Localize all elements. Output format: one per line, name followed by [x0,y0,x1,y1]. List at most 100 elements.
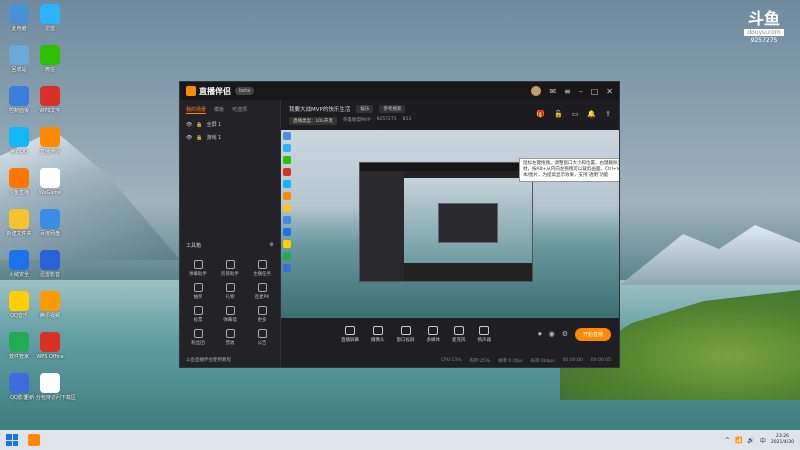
source-button[interactable]: 窗口投屏 [397,325,415,343]
tab-my-scenes[interactable]: 我的场景 [186,106,207,114]
source-button[interactable]: 摄像头 [371,325,385,343]
room-title[interactable]: 我要大战MVP的快乐生活 [289,105,350,113]
desktop-icon[interactable]: 迅雷影音 [35,250,65,278]
source-button[interactable]: 扬声器 [478,325,491,343]
share-icon[interactable]: ⇪ [605,110,611,118]
tab-options[interactable]: 可选项 [232,106,247,114]
desktop-icon[interactable]: 微信 [35,45,65,73]
app-icon [9,373,29,393]
search-chip[interactable]: 参考搜索 [379,105,406,113]
desktop-icon[interactable]: 新建文件夹 [4,209,34,237]
eye-icon[interactable]: 👁 [186,135,192,141]
toolbox-title: 工具箱 [186,243,202,249]
category-chip[interactable]: 娱乐 [356,105,374,113]
tool-item[interactable]: 礼物 [214,283,246,300]
tool-item[interactable]: 粉丝团 [182,329,214,346]
desktop-icon[interactable]: 斗鱼直播 [4,168,34,196]
network-icon[interactable]: 📶 [735,437,742,444]
tool-item[interactable]: 抽奖 [182,283,214,300]
desktop-icon[interactable]: QQ音乐 [4,291,34,319]
lock-icon[interactable]: 🔒 [196,122,202,128]
preview-icon[interactable]: ◉ [549,330,555,338]
stream-preview[interactable]: 鼠标左键拖拽，调整窗口大小和位置。右键删除当前素材，按Alt+从内向左拖拽可以裁… [281,130,619,318]
app-titlebar[interactable]: 直播伴侣 beta ✉ ≡ – □ ✕ [180,82,619,100]
taskbar-app-live-companion[interactable] [28,434,40,446]
tool-item[interactable]: 更多 [246,306,278,323]
room-subinfo: 直播类型：LOL开黑 英雄联盟MVP 9257275 853 [289,117,611,125]
app-name: 直播伴侣 [199,86,231,96]
bell-icon[interactable]: 🔔 [587,110,596,118]
app-icon [9,86,29,106]
lock-icon[interactable]: 🔒 [196,135,202,141]
tool-item[interactable]: 房管助手 [214,260,246,277]
tool-item[interactable]: 公告 [246,329,278,346]
start-live-button[interactable]: 开始直播 [574,327,611,341]
tool-icon [257,283,267,292]
tool-icon [225,329,235,338]
tool-item[interactable]: 营收 [214,329,246,346]
desktop-icon[interactable]: 回收站 [4,45,34,73]
source-icon [400,325,411,335]
menu-icon[interactable]: ≡ [564,87,571,96]
source-button[interactable]: 直播屏幕 [341,325,359,343]
lock-icon[interactable]: 🔓 [554,110,563,118]
maximize-icon[interactable]: □ [591,87,599,96]
desktop-icon[interactable]: 更新-分包待访问下载区 [24,373,76,401]
settings-icon[interactable]: ⚙ [270,242,274,249]
close-icon[interactable]: ✕ [606,87,613,96]
desktop-icon[interactable]: 腾讯视频 [35,291,65,319]
tool-item[interactable]: 弹幕墙 [214,306,246,323]
desktop-icon[interactable]: WPS文字 [35,86,65,114]
chevron-up-icon[interactable]: ^ [725,437,730,444]
card-icon[interactable]: ▭ [572,110,579,118]
version-badge[interactable]: beta [235,87,255,95]
system-tray: ^ 📶 🔊 中 23:26 2021/4/30 [725,434,794,446]
source-button[interactable]: 多媒体 [427,325,440,343]
minimize-icon[interactable]: – [579,87,583,96]
live-type[interactable]: 直播类型：LOL开黑 [289,117,337,125]
tab-templates[interactable]: 模板 [214,106,224,114]
tool-icon [225,260,235,269]
desktop-icon[interactable]: WeGame [35,168,65,196]
source-controls: 直播屏幕 摄像头 窗口投屏 多媒体 麦克风 扬声器 ⏺ ◉ ⚙ 开始直播 [281,318,619,350]
gift-icon[interactable]: 🎁 [536,110,545,118]
settings-icon[interactable]: ⚙ [562,330,568,338]
desktop-icon[interactable]: 迅雷 [35,4,65,32]
desktop-icon[interactable]: 直播伴侣 [35,127,65,155]
tutorial-link[interactable]: 斗鱼直播伴侣使用教程 [186,357,231,363]
framerate: 帧率:0.0fps [498,358,523,364]
tool-label: 礼物 [225,295,235,300]
scene-item[interactable]: 👁 🔒 游戏 1 [180,131,280,144]
app-icon [9,209,29,229]
tool-item[interactable]: 投票 [182,306,214,323]
tool-item[interactable]: 弹幕助手 [182,260,214,277]
desktop-icon[interactable]: 软件管家 [4,332,34,360]
user-avatar[interactable] [531,86,542,96]
eye-icon[interactable]: 👁 [186,122,192,128]
desktop-icon[interactable]: 百度网盘 [35,209,65,237]
input-language[interactable]: 中 [760,436,766,445]
help-tooltip: 鼠标左键拖拽，调整窗口大小和位置。右键删除当前素材，按Alt+从内向左拖拽可以裁… [519,158,619,182]
tool-icon [193,306,203,315]
wallpaper-mountain-right [620,225,800,285]
watermark-room-id: 9257275 [750,37,778,44]
desktop-icon[interactable]: 控制面板 [4,86,34,114]
source-label: 麦克风 [452,337,466,343]
desktop-icon[interactable]: WPS Office [35,332,65,360]
clock[interactable]: 23:26 2021/4/30 [771,434,794,446]
desktop-icon-label: QQ音乐 [10,313,28,319]
volume-icon[interactable]: 🔊 [747,437,754,444]
tool-item[interactable]: 主播任务 [246,260,278,277]
desktop-icon-label: WPS Office [36,354,64,360]
desktop-icon[interactable]: 此电脑 [4,4,34,32]
desktop-icon[interactable]: 腾讯QQ [4,127,34,155]
record-duration: 00:00:05 [590,358,611,363]
record-icon[interactable]: ⏺ [538,330,542,339]
tool-item[interactable]: 连麦PK [246,283,278,300]
desktop-icon[interactable]: 火绒安全 [4,250,34,278]
mail-icon[interactable]: ✉ [549,87,556,96]
start-button[interactable] [6,434,18,446]
source-button[interactable]: 麦克风 [452,325,466,343]
scene-item[interactable]: 👁 🔒 全屏 1 [180,118,280,131]
bitrate: 码率:0kbps [530,358,555,364]
